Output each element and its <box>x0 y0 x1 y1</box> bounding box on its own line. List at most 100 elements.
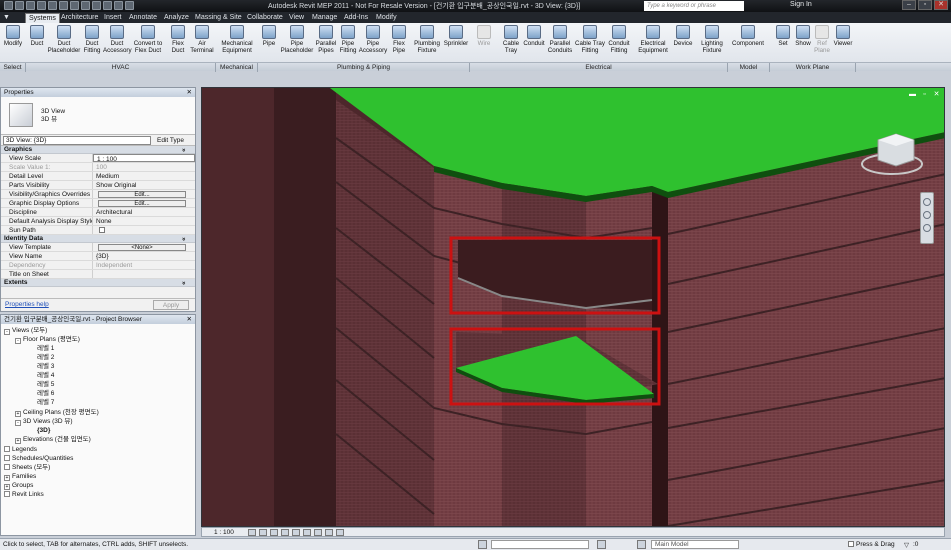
tab-analyze[interactable]: Analyze <box>161 13 192 23</box>
component-button[interactable]: Component <box>729 25 767 47</box>
tree-revit-links[interactable]: Revit Links <box>4 491 44 499</box>
restore-icon[interactable]: ▫ <box>920 91 929 98</box>
show-workplane-button[interactable]: Show <box>793 25 813 47</box>
3d-view-icon[interactable] <box>92 1 101 10</box>
duct-accessory-button[interactable]: Duct Accessory <box>103 25 132 54</box>
tree-level[interactable]: 레벨 5 <box>37 381 54 389</box>
press-drag-toggle[interactable]: Press & Drag <box>848 541 895 548</box>
zoom-icon[interactable] <box>923 211 931 219</box>
pan-icon[interactable] <box>923 224 931 232</box>
expand-icon[interactable]: + <box>15 438 21 444</box>
prop-view-name[interactable]: View Name {3D} <box>1 252 195 261</box>
view-template-button[interactable]: <None> <box>98 244 186 251</box>
show-crop-icon[interactable] <box>303 529 311 536</box>
prop-discipline[interactable]: Discipline Architectural <box>1 208 195 217</box>
3d-viewport[interactable]: ▬ ▫ ✕ <box>201 87 945 527</box>
parallel-conduits-button[interactable]: Parallel Conduits <box>546 25 574 54</box>
detail-level-icon[interactable] <box>248 529 256 536</box>
set-workplane-button[interactable]: Set <box>774 25 792 47</box>
group-identity[interactable]: Identity Data <box>1 235 195 243</box>
temporary-hide-icon[interactable] <box>325 529 333 536</box>
tree-ceiling-plans[interactable]: + Ceiling Plans (천장 평면도) <box>15 409 99 417</box>
text-icon[interactable] <box>81 1 90 10</box>
tree-elevations[interactable]: + Elevations (건물 입면도) <box>15 436 91 444</box>
expand-icon[interactable]: + <box>4 475 10 481</box>
prop-graphic-display[interactable]: Graphic Display Options Edit... <box>1 199 195 208</box>
close-hidden-icon[interactable] <box>125 1 134 10</box>
panel-model[interactable]: Model <box>728 63 770 72</box>
measure-icon[interactable] <box>70 1 79 10</box>
cable-tray-fitting-button[interactable]: Cable Tray Fitting <box>575 25 605 54</box>
panel-electrical[interactable]: Electrical <box>470 63 728 72</box>
tree-legends[interactable]: Legends <box>4 446 37 454</box>
press-drag-checkbox[interactable] <box>848 541 854 547</box>
tab-collaborate[interactable]: Collaborate <box>244 13 286 23</box>
editable-only-icon[interactable] <box>597 540 606 549</box>
prop-view-scale[interactable]: View Scale 1 : 100 <box>1 154 195 163</box>
panel-hvac[interactable]: HVAC <box>26 63 216 72</box>
pipe-button[interactable]: Pipe <box>259 25 279 47</box>
type-selector[interactable]: 3D View 3D 뷰 <box>1 97 195 135</box>
flex-duct-button[interactable]: Flex Duct <box>167 25 189 54</box>
modify-button[interactable]: Modify <box>1 25 25 47</box>
open-icon[interactable] <box>15 1 24 10</box>
sign-in-link[interactable]: Sign In <box>790 1 812 8</box>
view-instance-dropdown[interactable]: 3D View: {3D} <box>3 136 151 145</box>
lock-3d-icon[interactable] <box>314 529 322 536</box>
sun-path-icon[interactable] <box>270 529 278 536</box>
pipe-fitting-button[interactable]: Pipe Fitting <box>338 25 358 54</box>
ref-plane-button[interactable]: Ref Plane <box>813 25 831 54</box>
vg-edit-button[interactable]: Edit... <box>98 191 186 198</box>
close-icon[interactable]: ✕ <box>187 315 192 324</box>
tab-modify[interactable]: Modify <box>373 13 400 23</box>
electrical-equipment-button[interactable]: Electrical Equipment <box>636 25 670 54</box>
group-extents[interactable]: Extents <box>1 279 195 287</box>
view-scale[interactable]: 1 : 100 <box>214 529 234 537</box>
mechanical-equipment-button[interactable]: Mechanical Equipment <box>218 25 256 54</box>
apply-button[interactable]: Apply <box>153 300 189 310</box>
sprinkler-button[interactable]: Sprinkler <box>443 25 469 47</box>
collapse-icon[interactable]: - <box>15 338 21 344</box>
expand-icon[interactable]: + <box>4 484 10 490</box>
tree-views[interactable]: - Views (모두) <box>4 327 47 335</box>
air-terminal-button[interactable]: Air Terminal <box>189 25 215 54</box>
app-menu-icon[interactable] <box>4 1 13 10</box>
prop-view-template[interactable]: View Template <None> <box>1 243 195 252</box>
search-input[interactable]: Type a keyword or phrase <box>644 1 744 11</box>
graphic-display-edit-button[interactable]: Edit... <box>98 200 186 207</box>
reveal-hidden-icon[interactable] <box>336 529 344 536</box>
design-options-icon[interactable] <box>637 540 646 549</box>
prop-title-on-sheet[interactable]: Title on Sheet <box>1 270 195 279</box>
pipe-placeholder-button[interactable]: Pipe Placeholder <box>280 25 314 54</box>
viewer-button[interactable]: Viewer <box>832 25 854 47</box>
tree-schedules[interactable]: Schedules/Quantities <box>4 455 73 463</box>
building-model[interactable] <box>202 88 945 527</box>
flex-pipe-button[interactable]: Flex Pipe <box>389 25 409 54</box>
panel-mechanical[interactable]: Mechanical <box>216 63 258 72</box>
parallel-pipes-button[interactable]: Parallel Pipes <box>314 25 338 54</box>
shadows-icon[interactable] <box>281 529 289 536</box>
tree-3d-views[interactable]: -3D Views (3D 뷰) <box>15 418 73 426</box>
panel-select[interactable]: Select <box>0 63 26 72</box>
section-icon[interactable] <box>103 1 112 10</box>
lighting-fixture-button[interactable]: Lighting Fixture <box>697 25 727 54</box>
worksets-icon[interactable] <box>478 540 487 549</box>
tree-families[interactable]: + Families <box>4 473 36 481</box>
duct-button[interactable]: Duct <box>27 25 47 47</box>
navigation-bar[interactable] <box>920 192 934 244</box>
minimize-icon[interactable]: – <box>902 0 916 10</box>
cable-tray-button[interactable]: Cable Tray <box>500 25 522 54</box>
wire-button[interactable]: Wire <box>474 25 494 47</box>
tab-add-ins[interactable]: Add-Ins <box>341 13 371 23</box>
sun-path-checkbox[interactable] <box>99 227 105 233</box>
redo-icon[interactable] <box>48 1 57 10</box>
expand-icon[interactable]: + <box>15 411 21 417</box>
tab-massing-site[interactable]: Massing & Site <box>192 13 245 23</box>
visual-style-icon[interactable] <box>259 529 267 536</box>
tree-level[interactable]: 레벨 4 <box>37 372 54 380</box>
tree-level[interactable]: 레벨 6 <box>37 390 54 398</box>
tree-level[interactable]: 레벨 1 <box>37 345 54 353</box>
collapse-icon[interactable]: - <box>15 420 21 426</box>
device-button[interactable]: Device <box>672 25 694 47</box>
tab-systems[interactable]: Systems <box>25 13 60 23</box>
